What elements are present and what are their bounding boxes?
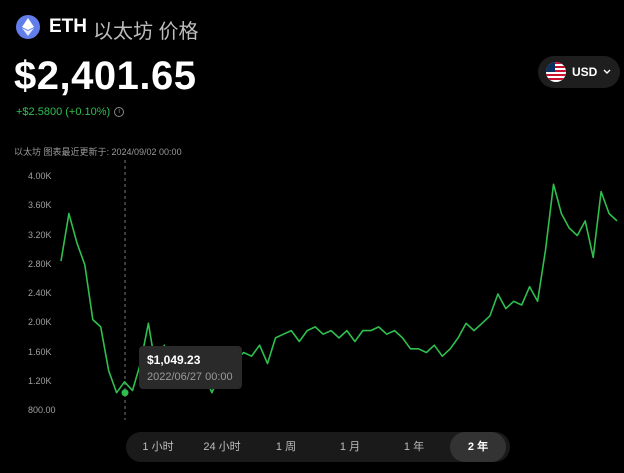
price-change: +$2.5800 (+0.10%) i	[16, 106, 125, 118]
range-button[interactable]: 24 小时	[190, 432, 254, 462]
ethereum-icon	[16, 15, 40, 39]
currency-label: USD	[572, 65, 598, 79]
chart-updated-text: 以太坊 图表最近更新于: 2024/09/02 00:00	[14, 147, 182, 157]
currency-selector[interactable]: USD	[538, 56, 620, 88]
range-button[interactable]: 1 小时	[126, 432, 190, 462]
range-button[interactable]: 2 年	[450, 432, 506, 462]
chevron-down-icon	[603, 69, 611, 74]
info-icon[interactable]: i	[114, 107, 125, 117]
coin-name: 以太坊 价格	[93, 21, 199, 43]
coin-symbol: ETH	[49, 16, 87, 37]
tooltip-value: $1,049.23	[147, 353, 201, 367]
highlight-point	[121, 389, 129, 397]
range-button[interactable]: 1 周	[254, 432, 318, 462]
current-price: $2,401.65	[14, 54, 197, 98]
range-button[interactable]: 1 年	[382, 432, 446, 462]
price-change-text: +$2.5800 (+0.10%)	[16, 106, 111, 118]
time-range-selector: 1 小时 24 小时 1 周1 月1 年2 年	[126, 432, 510, 462]
chart-tooltip: $1,049.23 2022/06/27 00:00	[139, 346, 242, 389]
us-flag-icon	[546, 62, 566, 82]
range-button[interactable]: 1 月	[318, 432, 382, 462]
price-chart[interactable]	[0, 160, 624, 425]
tooltip-date: 2022/06/27 00:00	[147, 371, 233, 383]
